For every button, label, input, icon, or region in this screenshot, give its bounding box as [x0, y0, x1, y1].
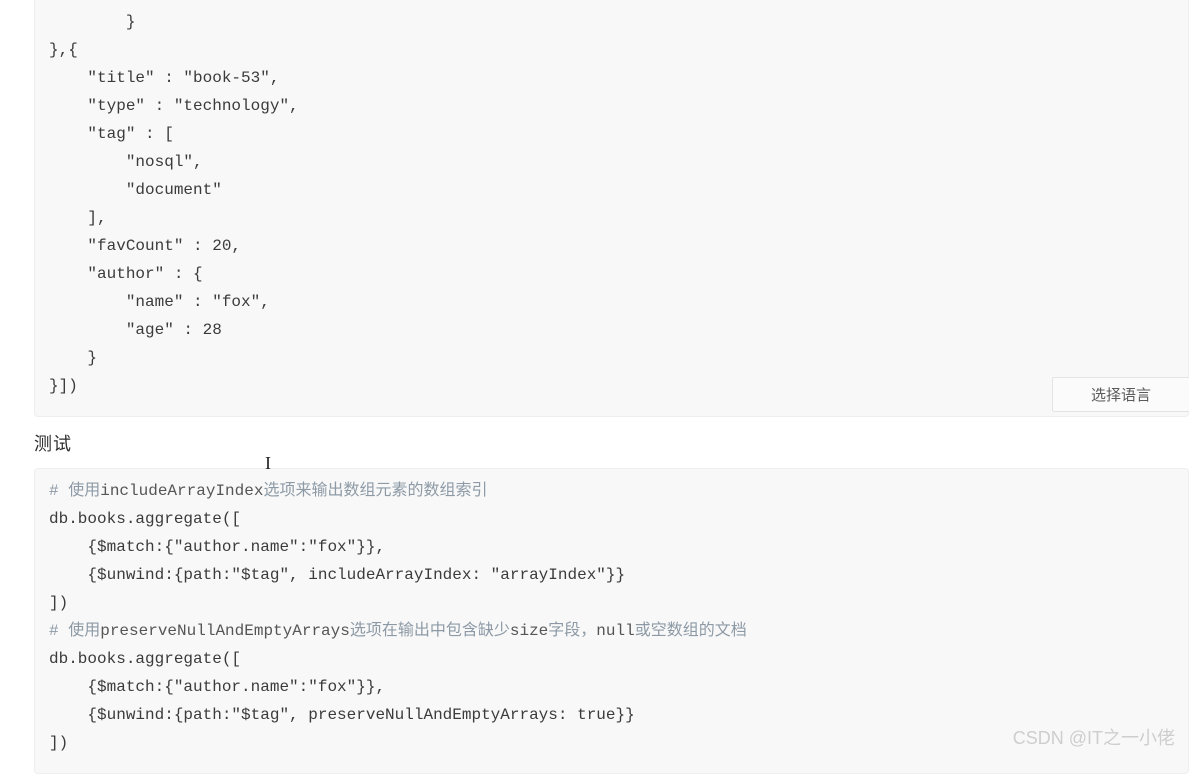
code-line: "age" : 28 — [49, 316, 1174, 344]
code-line: {$match:{"author.name":"fox"}}, — [49, 673, 1174, 701]
code-line: "document" — [49, 176, 1174, 204]
code-line: "favCount" : 20, — [49, 232, 1174, 260]
code-line: {$match:{"author.name":"fox"}}, — [49, 533, 1174, 561]
code-line: db.books.aggregate([ — [49, 645, 1174, 673]
text-cursor-icon: I — [265, 453, 271, 474]
code-line: "nosql", — [49, 148, 1174, 176]
code-block-1: }},{ "title" : "book-53", "type" : "tech… — [34, 0, 1189, 417]
code-line: {$unwind:{path:"$tag", preserveNullAndEm… — [49, 701, 1174, 729]
code-line: ]) — [49, 729, 1174, 757]
code-line: {$unwind:{path:"$tag", includeArrayIndex… — [49, 561, 1174, 589]
code-line: } — [49, 8, 1174, 36]
code-block-2: # 使用includeArrayIndex选项来输出数组元素的数组索引db.bo… — [34, 468, 1189, 774]
code-line: "tag" : [ — [49, 120, 1174, 148]
code-line: } — [49, 344, 1174, 372]
code-comment-1: # 使用includeArrayIndex选项来输出数组元素的数组索引 — [49, 477, 1174, 505]
code-line: "name" : "fox", — [49, 288, 1174, 316]
code-line: db.books.aggregate([ — [49, 505, 1174, 533]
section-title-test: 测试 — [34, 430, 1189, 456]
code-line: ]) — [49, 589, 1174, 617]
code-line: },{ — [49, 36, 1174, 64]
code-line: "type" : "technology", — [49, 92, 1174, 120]
select-language-button[interactable]: 选择语言 — [1052, 377, 1189, 412]
code-line: "title" : "book-53", — [49, 64, 1174, 92]
code-comment-2: # 使用preserveNullAndEmptyArrays选项在输出中包含缺少… — [49, 617, 1174, 645]
code-line: "author" : { — [49, 260, 1174, 288]
code-line: ], — [49, 204, 1174, 232]
